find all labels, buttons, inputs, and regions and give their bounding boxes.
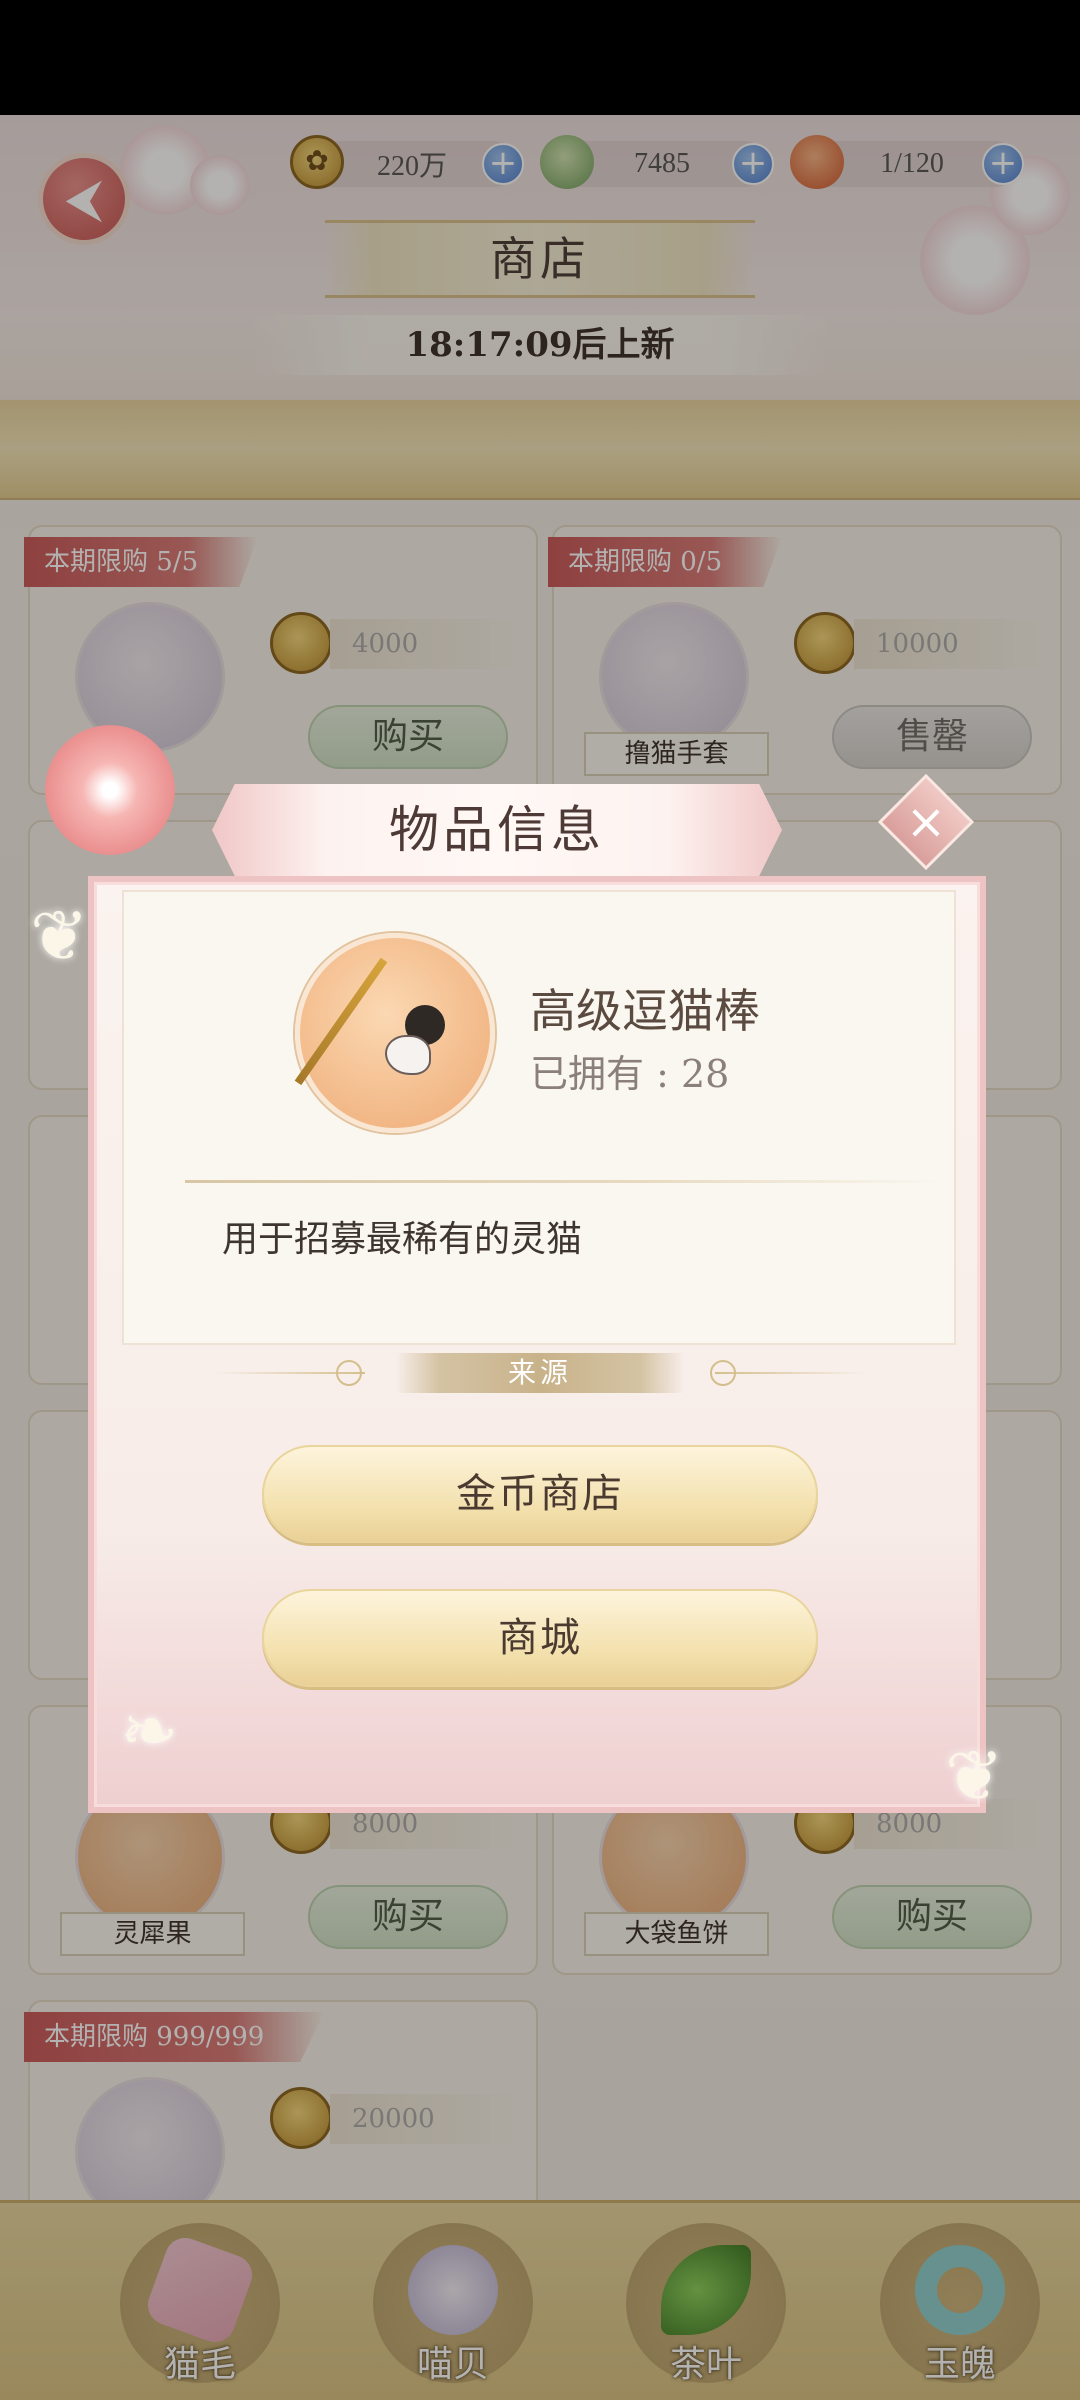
mall-button[interactable]: 商城 <box>262 1589 818 1687</box>
item-name: 高级逗猫棒 <box>530 984 760 1038</box>
butterfly-icon: ❦ <box>30 895 89 977</box>
item-description: 用于招募最稀有的灵猫 <box>222 1219 583 1260</box>
divider <box>185 1180 945 1183</box>
close-icon: × <box>905 794 947 850</box>
knot-icon <box>336 1360 362 1386</box>
owned-count: 已拥有 : 28 <box>530 1052 730 1096</box>
bird-icon: ❧ <box>120 1690 179 1772</box>
modal-title: 物品信息 <box>389 801 605 859</box>
teaser-feather <box>385 1035 431 1075</box>
item-image <box>295 933 495 1133</box>
butterfly-icon: ❦ <box>945 1735 1004 1817</box>
coin-shop-button[interactable]: 金币商店 <box>262 1445 818 1543</box>
divider <box>715 1372 865 1374</box>
source-heading: 来源 <box>396 1353 684 1393</box>
blossom-decoration <box>45 725 175 855</box>
item-info-panel <box>122 890 956 1345</box>
